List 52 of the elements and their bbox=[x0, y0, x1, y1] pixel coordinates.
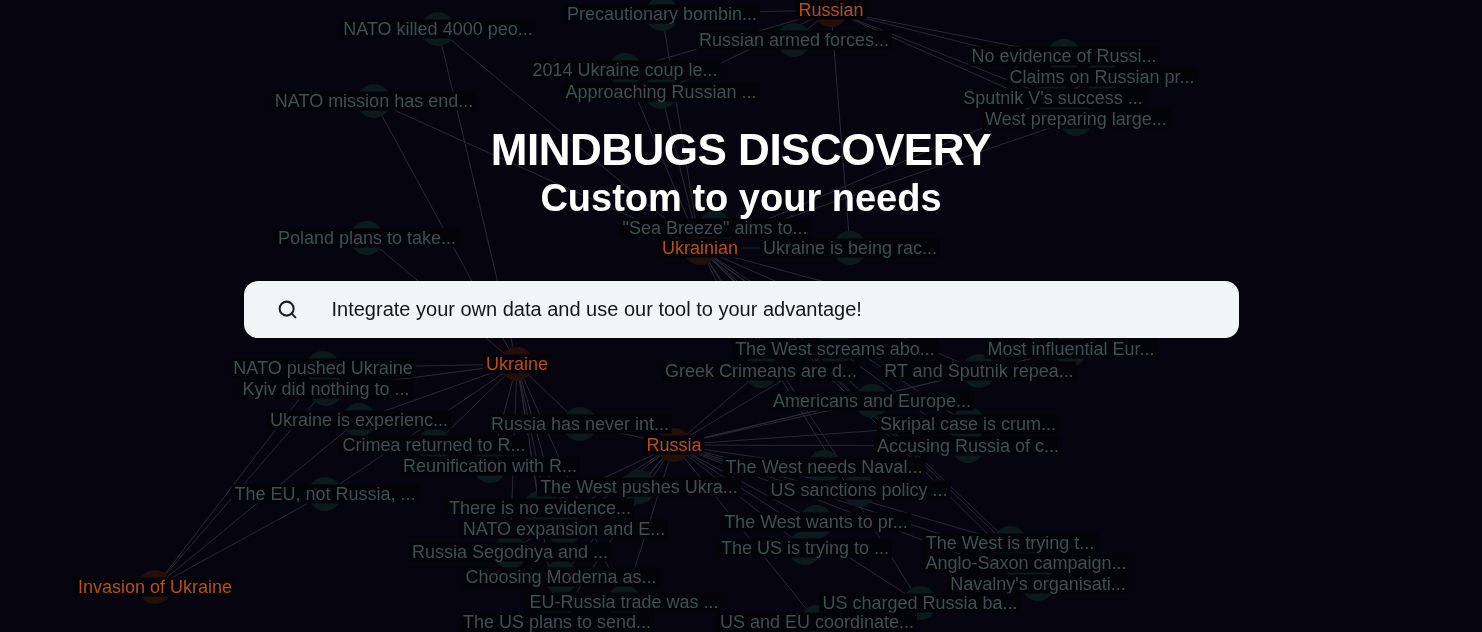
search-icon bbox=[276, 299, 298, 320]
node-label: Russian armed forces... bbox=[695, 30, 893, 50]
node-label: The West pushes Ukra... bbox=[537, 477, 741, 497]
node-label: EU-Russia trade was ... bbox=[526, 592, 722, 612]
node-label: Accusing Russia of c... bbox=[873, 436, 1063, 456]
node-label: Claims on Russian pr... bbox=[1006, 67, 1198, 87]
node-label: Russia Segodnya and ... bbox=[408, 542, 612, 562]
node-label: Ukraine is experienc... bbox=[266, 410, 452, 430]
node-label: Greek Crimeans are d... bbox=[661, 361, 861, 381]
node-label: Navalny's organisati... bbox=[947, 574, 1129, 594]
hero-title: MINDBUGS DISCOVERY bbox=[490, 130, 992, 170]
node-label: Poland plans to take... bbox=[274, 228, 460, 248]
node-label: Skripal case is crum... bbox=[877, 414, 1059, 434]
node-label: Approaching Russian ... bbox=[562, 82, 760, 102]
node-label: US sanctions policy ... bbox=[767, 480, 951, 500]
topic-label: Ukraine bbox=[483, 354, 551, 374]
node-label: The US is trying to ... bbox=[717, 538, 893, 558]
node-label: The West is trying t... bbox=[922, 533, 1098, 553]
topic-label: Ukrainian bbox=[659, 238, 741, 258]
node-label: NATO killed 4000 peo... bbox=[340, 19, 536, 39]
node-label: The West wants to pr... bbox=[721, 512, 911, 532]
node-label: Sputnik V's success ... bbox=[960, 88, 1146, 108]
node-label: No evidence of Russi... bbox=[968, 46, 1160, 66]
node-label: The EU, not Russia, ... bbox=[231, 484, 419, 504]
node-label: 2014 Ukraine coup le... bbox=[529, 60, 721, 80]
node-label: US charged Russia ba... bbox=[819, 593, 1021, 613]
node-label: West preparing large... bbox=[982, 109, 1170, 129]
node-label: Ukraine is being rac... bbox=[759, 238, 941, 258]
node-label: "Sea Breeze" aims to... bbox=[619, 218, 811, 238]
topic-label: Invasion of Ukraine bbox=[74, 577, 236, 597]
node-label: NATO mission has end... bbox=[271, 91, 477, 111]
node-label: Crimea returned to R... bbox=[339, 435, 529, 455]
node-label: Kyiv did nothing to ... bbox=[239, 379, 413, 399]
node-label: The West needs Naval... bbox=[722, 457, 926, 477]
node-label: Reunification with R... bbox=[399, 456, 581, 476]
node-label: US and EU coordinate... bbox=[716, 612, 918, 632]
node-label: The US plans to send... bbox=[459, 612, 655, 632]
topic-label: Russia bbox=[643, 435, 705, 455]
node-label: Americans and Europe... bbox=[769, 391, 975, 411]
node-label: RT and Sputnik repea... bbox=[881, 361, 1077, 381]
node-label: Russia has never int... bbox=[487, 414, 673, 434]
node-label: Precautionary bombin... bbox=[563, 4, 761, 24]
node-label: Choosing Moderna as... bbox=[462, 567, 660, 587]
node-label: The West screams abo... bbox=[732, 339, 938, 359]
topic-label: Russian bbox=[795, 0, 867, 20]
search-field[interactable]: Integrate your own data and use our tool to your advantage! bbox=[243, 281, 1239, 338]
node-label: Anglo-Saxon campaign... bbox=[922, 553, 1130, 573]
node-label: There is no evidence... bbox=[445, 498, 635, 518]
node-label: NATO pushed Ukraine bbox=[230, 358, 416, 378]
node-label: Most influential Eur... bbox=[984, 339, 1158, 359]
node-label: NATO expansion and E... bbox=[459, 519, 669, 539]
hero-subtitle: Custom to your needs bbox=[540, 179, 942, 217]
